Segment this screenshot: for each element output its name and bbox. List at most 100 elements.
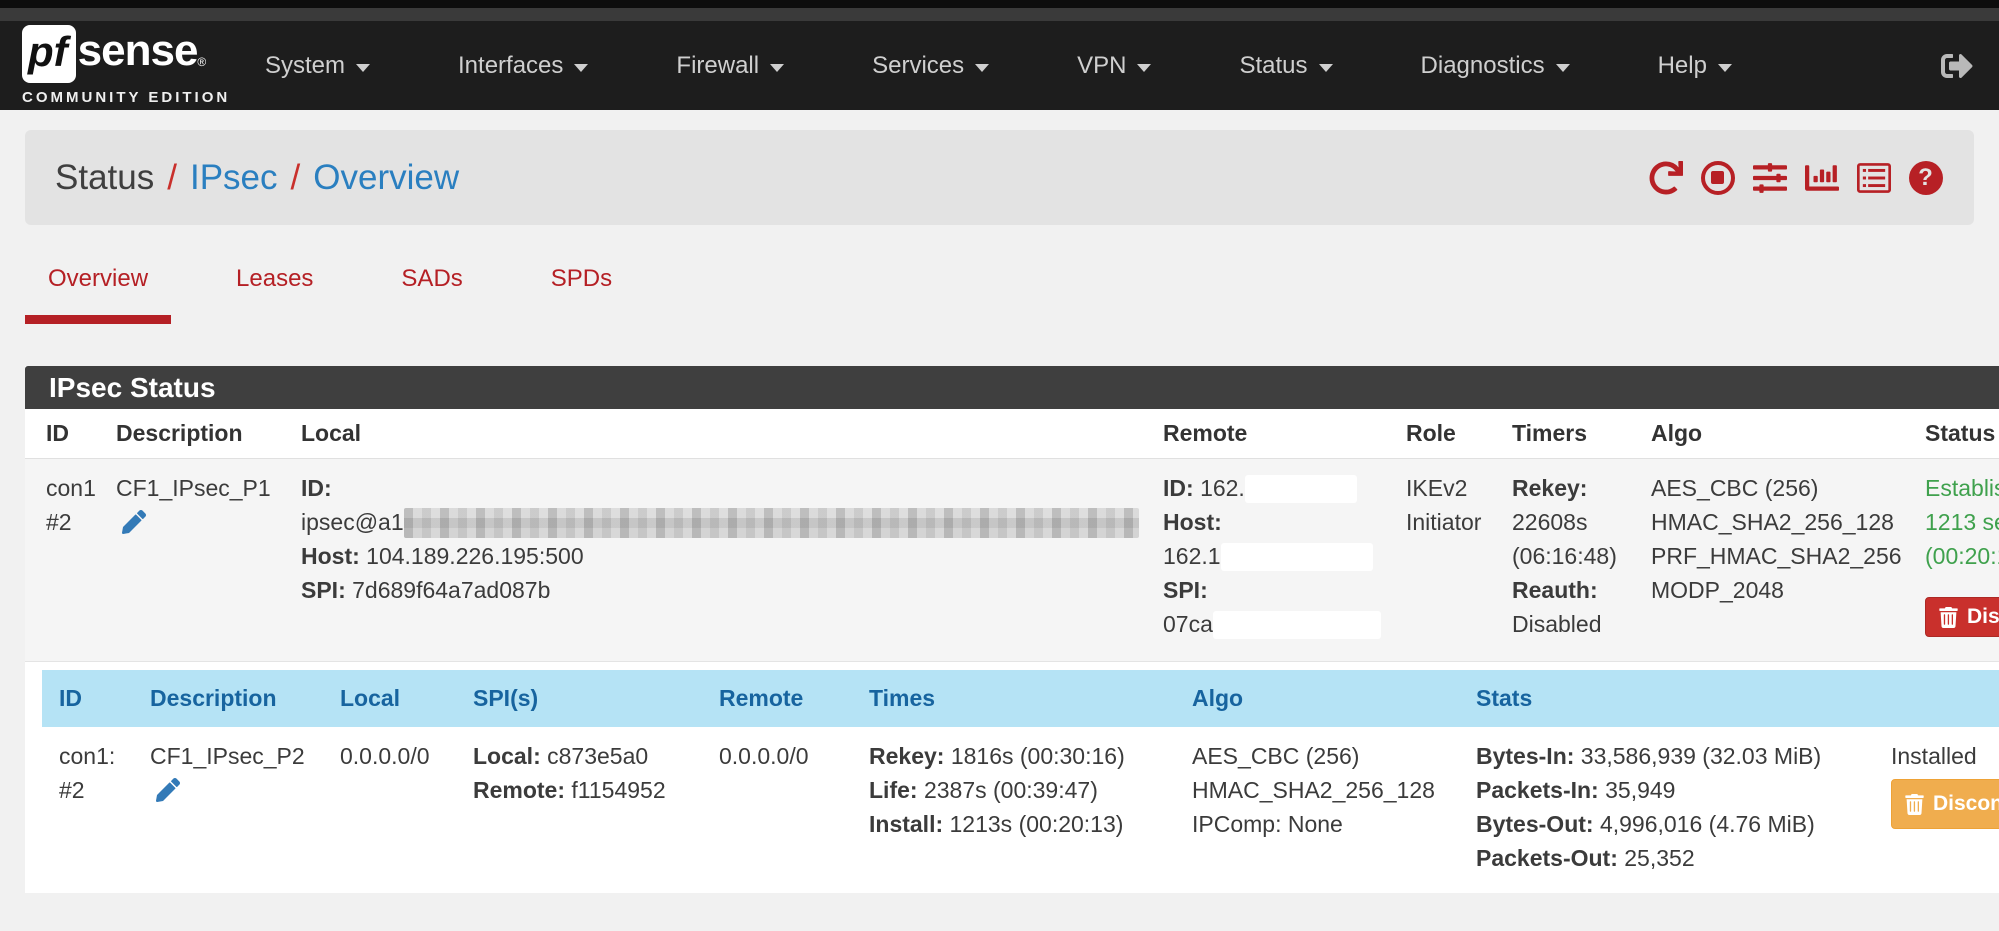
edit-pencil-icon[interactable] (122, 510, 146, 534)
redacted-white-region (1245, 475, 1357, 503)
nav-item-label: Status (1239, 52, 1307, 80)
disconnect-child-button-label: Disconnect (1933, 787, 1999, 821)
local-id-value: ipsec@a1 (301, 509, 404, 535)
nav-item-help[interactable]: Help (1658, 52, 1776, 80)
ike-local-cell: ID: ipsec@a1 Host: 104.189.226.195:500 S… (301, 471, 1163, 641)
breadcrumb: Status / IPsec / Overview (55, 158, 459, 198)
edit-pencil-icon[interactable] (156, 778, 180, 802)
col-header-id: ID (46, 420, 116, 447)
stop-icon[interactable] (1699, 159, 1736, 196)
status-established: Established (1925, 471, 1999, 505)
child-sa-header-row: ID Description Local SPI(s) Remote Times… (42, 670, 1999, 727)
nav-item-firewall[interactable]: Firewall (676, 52, 828, 80)
breadcrumb-separator: / (167, 158, 177, 198)
nav-item-label: Firewall (676, 52, 759, 80)
local-id-label: ID: (301, 475, 332, 501)
ike-remote-cell: ID: 162. Host: 162.1 SPI: 07ca (1163, 471, 1406, 641)
pfsense-logo[interactable]: pf sense ® COMMUNITY EDITION (22, 25, 207, 106)
main-navbar: pf sense ® COMMUNITY EDITION System Inte… (0, 21, 1999, 110)
ipsec-tabs: Overview Leases SADs SPDs (25, 265, 1974, 324)
col-header-local: Local (340, 685, 473, 712)
tab-spds[interactable]: SPDs (528, 265, 635, 324)
time-value: 1213s (00:20:13) (950, 811, 1124, 837)
chevron-down-icon (1556, 64, 1570, 72)
trash-icon (1905, 794, 1924, 815)
sa-state: Installed (1891, 739, 1999, 773)
disconnect-button[interactable]: Disconnect (1925, 597, 1999, 637)
reauth-label: Reauth: (1512, 577, 1598, 603)
tab-sads[interactable]: SADs (378, 265, 485, 324)
rekey-value: 22608s (1512, 505, 1651, 539)
sa-status-cell: Installed Disconnect (1891, 739, 1999, 875)
local-host-label: Host: (301, 543, 360, 569)
refresh-icon[interactable] (1647, 159, 1684, 196)
nav-item-status[interactable]: Status (1239, 52, 1376, 80)
spi-remote-value: f1154952 (571, 777, 665, 803)
ike-table-header-row: ID Description Local Remote Role Timers … (25, 409, 1999, 459)
redacted-white-region (1221, 543, 1373, 571)
page-action-icons: ? (1647, 159, 1944, 196)
breadcrumb-section: Status (55, 158, 154, 198)
time-value: 2387s (00:39:47) (924, 777, 1098, 803)
sign-out-icon[interactable] (1941, 50, 1973, 82)
nav-item-label: Interfaces (458, 52, 563, 80)
stat-label: Bytes-Out: (1476, 811, 1594, 837)
sa-description: CF1_IPsec_P2 (150, 739, 340, 773)
sa-id-line2: #2 (59, 773, 150, 807)
remote-spi-value: 07ca (1163, 611, 1213, 637)
stat-value: 4,996,016 (4.76 MiB) (1600, 811, 1815, 837)
disconnect-child-button[interactable]: Disconnect (1891, 779, 1999, 829)
tab-overview[interactable]: Overview (25, 265, 171, 324)
options-sliders-icon[interactable] (1751, 159, 1788, 196)
col-header-status: Status (1925, 420, 1999, 447)
col-header-description: Description (116, 420, 301, 447)
col-header-role: Role (1406, 420, 1512, 447)
spi-local-label: Local: (473, 743, 541, 769)
algo-line: HMAC_SHA2_256_128 (1651, 505, 1925, 539)
ike-role-cell: IKEv2 Initiator (1406, 471, 1512, 641)
sa-local-cell: 0.0.0.0/0 (340, 739, 473, 875)
time-label: Install: (869, 811, 943, 837)
breadcrumb-link-ipsec[interactable]: IPsec (190, 158, 278, 198)
nav-item-label: Help (1658, 52, 1707, 80)
col-header-local: Local (301, 420, 1163, 447)
rekey-time: (06:16:48) (1512, 539, 1651, 573)
rekey-label: Rekey: (1512, 475, 1587, 501)
chevron-down-icon (1137, 64, 1151, 72)
stat-value: 35,949 (1605, 777, 1675, 803)
stat-label: Packets-In: (1476, 777, 1599, 803)
log-list-icon[interactable] (1855, 159, 1892, 196)
breadcrumb-link-overview[interactable]: Overview (313, 158, 459, 198)
nav-item-vpn[interactable]: VPN (1077, 52, 1195, 80)
role-line1: IKEv2 (1406, 471, 1512, 505)
sa-algo-cell: AES_CBC (256) HMAC_SHA2_256_128 IPComp: … (1192, 739, 1476, 875)
status-age: 1213 seconds (1925, 505, 1999, 539)
chart-bar-icon[interactable] (1803, 159, 1840, 196)
tab-leases[interactable]: Leases (213, 265, 336, 324)
help-icon[interactable]: ? (1907, 159, 1944, 196)
algo-line: AES_CBC (256) (1192, 739, 1476, 773)
time-label: Rekey: (869, 743, 944, 769)
reauth-value: Disabled (1512, 607, 1651, 641)
ipsec-status-panel: IPsec Status ID Description Local Remote… (25, 366, 1999, 893)
col-header-times: Times (869, 685, 1192, 712)
remote-host-value: 162.1 (1163, 543, 1221, 569)
ike-algo-cell: AES_CBC (256) HMAC_SHA2_256_128 PRF_HMAC… (1651, 471, 1925, 641)
trash-icon (1939, 607, 1958, 628)
remote-id-value: 162. (1200, 475, 1245, 501)
nav-item-diagnostics[interactable]: Diagnostics (1421, 52, 1614, 80)
stat-label: Bytes-In: (1476, 743, 1574, 769)
spi-remote-label: Remote: (473, 777, 565, 803)
top-strip (0, 0, 1999, 8)
col-header-remote: Remote (1163, 420, 1406, 447)
col-header-stats: Stats (1476, 685, 1891, 712)
col-header-description: Description (150, 685, 340, 712)
sa-id-line1: con1: (59, 739, 150, 773)
ike-description: CF1_IPsec_P1 (116, 471, 301, 505)
nav-item-interfaces[interactable]: Interfaces (458, 52, 632, 80)
col-header-spis: SPI(s) (473, 685, 719, 712)
chevron-down-icon (770, 64, 784, 72)
col-header-timers: Timers (1512, 420, 1651, 447)
nav-item-system[interactable]: System (265, 52, 414, 80)
nav-item-services[interactable]: Services (872, 52, 1033, 80)
